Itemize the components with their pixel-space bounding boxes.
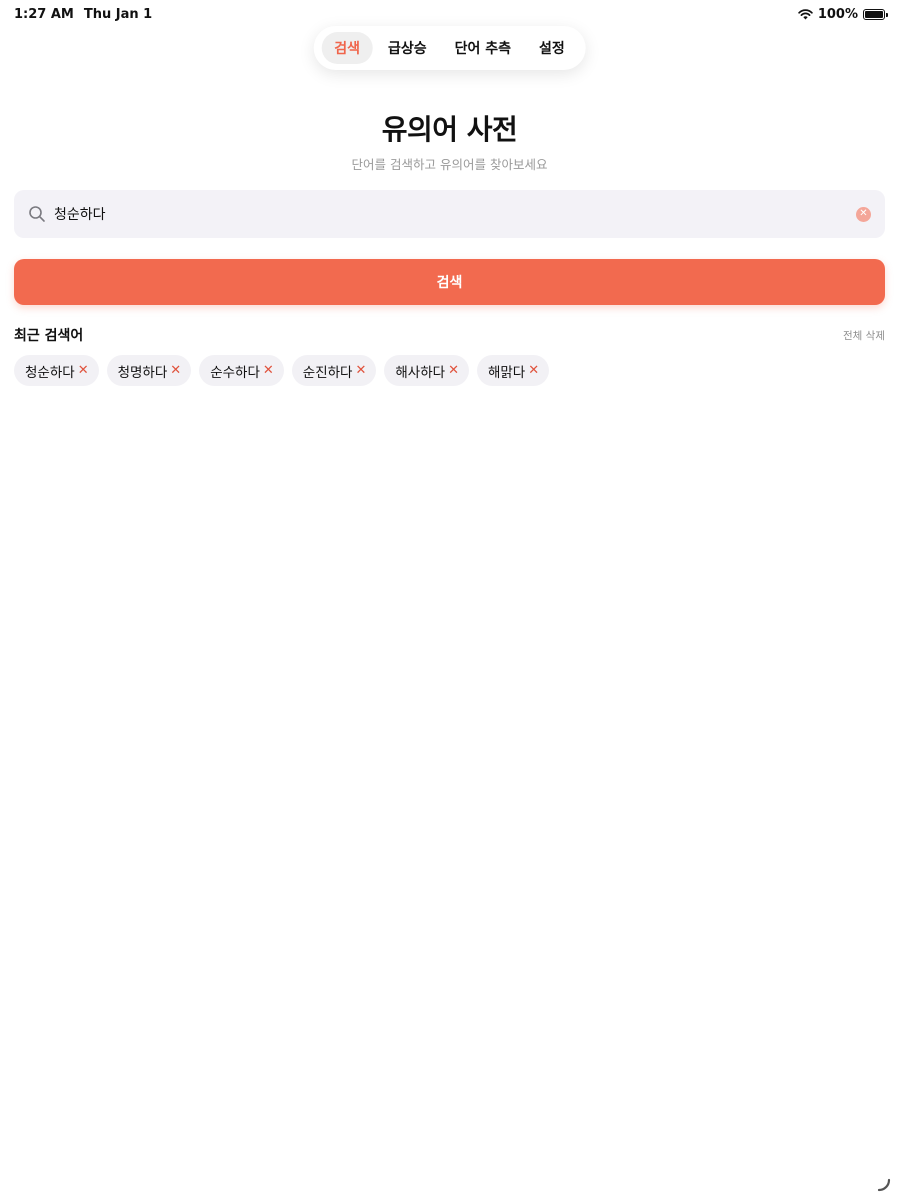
clear-icon[interactable]: ✕ <box>856 206 871 222</box>
status-time: 1:27 AM <box>14 6 74 22</box>
status-date: Thu Jan 1 <box>83 6 153 22</box>
recent-chip-label: 순진하다 <box>302 364 353 381</box>
search-field[interactable]: ✕ <box>14 190 885 238</box>
battery-icon <box>863 8 888 20</box>
recent-chip-label: 청명하다 <box>117 364 168 381</box>
status-right: 100% <box>798 6 888 22</box>
close-icon[interactable]: ✕ <box>448 364 459 377</box>
corner-handle-icon <box>877 1178 891 1192</box>
recent-chip-label: 해사하다 <box>395 364 446 381</box>
tab-bar: 검색 급상승 단어 추측 설정 <box>313 26 586 70</box>
status-bar: 1:27 AM Thu Jan 1 100% <box>0 0 899 28</box>
recent-chip-list: 청순하다 ✕ 청명하다 ✕ 순수하다 ✕ 순진하다 ✕ 해사하다 ✕ 해맑다 ✕ <box>14 355 550 386</box>
page-title: 유의어 사전 <box>381 113 518 146</box>
recent-chip[interactable]: 청명하다 ✕ <box>106 355 192 386</box>
search-input[interactable] <box>54 206 856 222</box>
recent-header: 최근 검색어 전체 삭제 <box>14 325 885 345</box>
tab-word-guess[interactable]: 단어 추측 <box>442 32 524 64</box>
close-icon[interactable]: ✕ <box>78 364 89 377</box>
page-subtitle: 단어를 검색하고 유의어를 찾아보세요 <box>351 157 548 172</box>
battery-percent: 100% <box>817 6 858 22</box>
tab-trending[interactable]: 급상승 <box>375 32 440 64</box>
search-button[interactable]: 검색 <box>14 259 885 305</box>
close-icon[interactable]: ✕ <box>170 364 181 377</box>
wifi-icon <box>798 8 813 19</box>
tab-settings[interactable]: 설정 <box>526 32 578 64</box>
recent-chip[interactable]: 순수하다 ✕ <box>199 355 284 386</box>
recent-chip[interactable]: 청순하다 ✕ <box>14 355 99 386</box>
recent-chip-label: 순수하다 <box>210 364 260 381</box>
app-screen: 1:27 AM Thu Jan 1 100% 검색 급상승 단어 추측 설정 유… <box>0 0 899 1200</box>
recent-chip[interactable]: 순진하다 ✕ <box>291 355 377 386</box>
search-icon <box>29 206 45 222</box>
recent-chip[interactable]: 해사하다 ✕ <box>384 355 469 386</box>
tab-search[interactable]: 검색 <box>321 32 373 64</box>
recent-chip-label: 해맑다 <box>487 364 526 381</box>
recent-chip[interactable]: 해맑다 ✕ <box>476 355 550 386</box>
recent-chip-label: 청순하다 <box>25 364 75 381</box>
recent-title: 최근 검색어 <box>14 328 84 344</box>
status-left: 1:27 AM Thu Jan 1 <box>14 7 152 22</box>
battery-fill <box>865 10 883 18</box>
close-icon[interactable]: ✕ <box>263 364 274 377</box>
close-icon[interactable]: ✕ <box>355 364 366 377</box>
close-icon[interactable]: ✕ <box>528 364 539 377</box>
clear-all-button[interactable]: 전체 삭제 <box>843 328 885 343</box>
